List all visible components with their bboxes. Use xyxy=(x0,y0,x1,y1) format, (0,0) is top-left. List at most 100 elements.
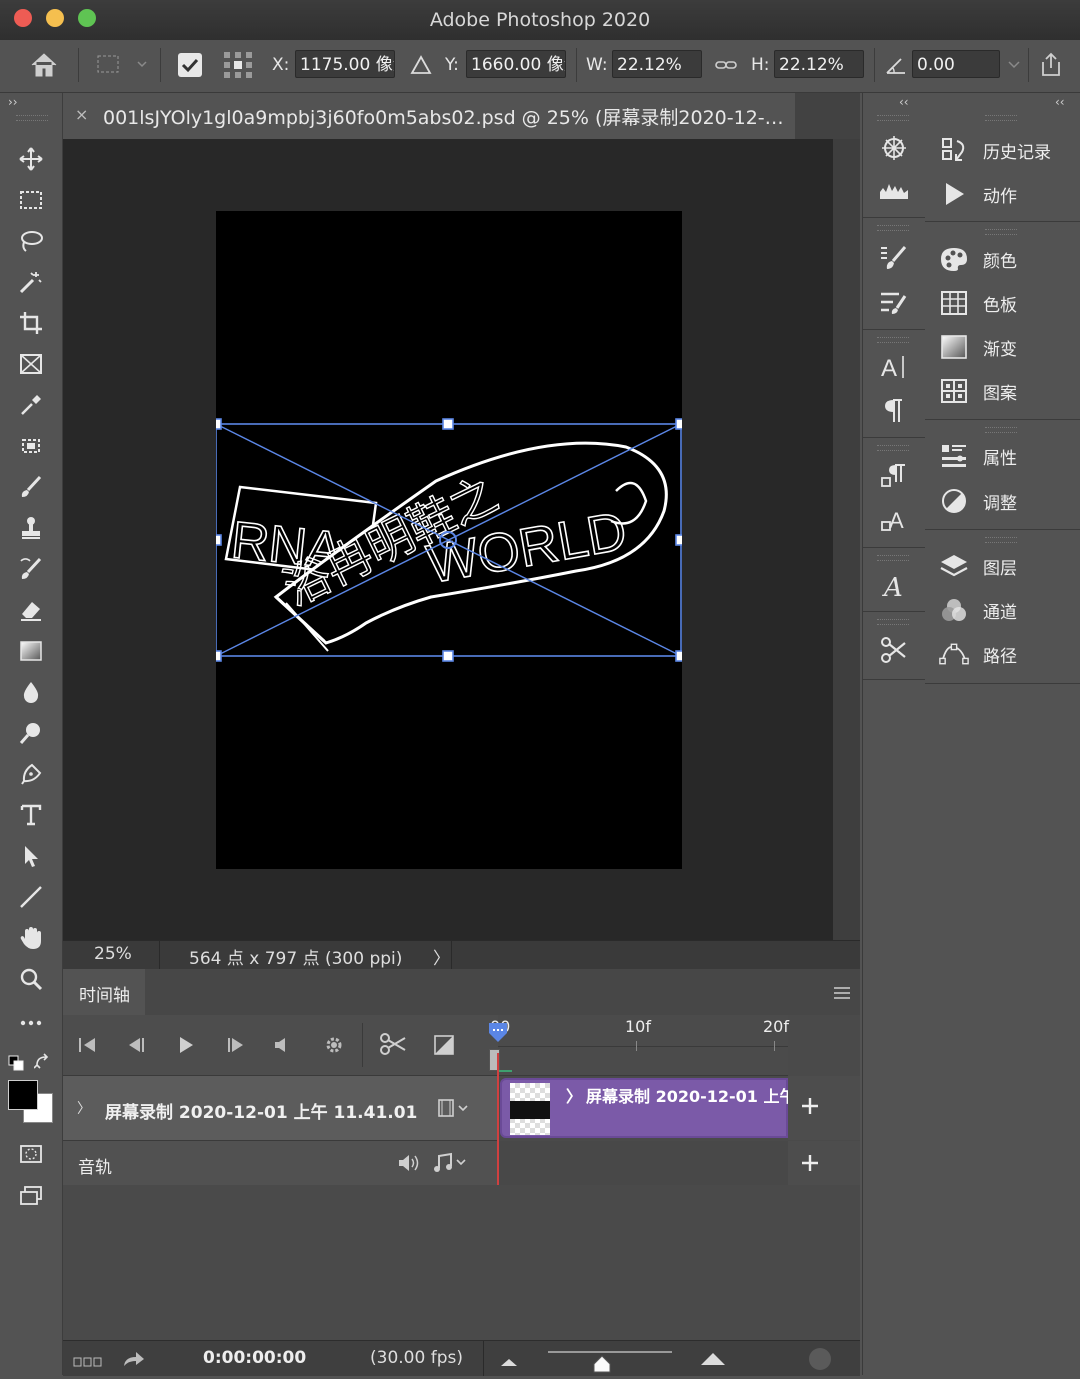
previous-frame-icon[interactable] xyxy=(125,1035,147,1059)
link-icon[interactable] xyxy=(714,54,738,76)
zoom-in-mountain-icon[interactable] xyxy=(699,1349,727,1372)
foreground-color-swatch[interactable] xyxy=(8,1080,38,1110)
height-field[interactable]: 22.12% xyxy=(774,50,864,78)
playhead-handle[interactable] xyxy=(487,1021,509,1043)
reference-point-icon[interactable] xyxy=(222,50,254,80)
panel-menu-icon[interactable] xyxy=(833,985,851,999)
convert-to-frame-animation-icon[interactable] xyxy=(73,1353,103,1373)
panel-history[interactable]: 历史记录 xyxy=(939,130,1051,170)
split-at-playhead-icon[interactable] xyxy=(379,1032,407,1060)
collapse-panel-icon[interactable]: ‹‹ xyxy=(899,95,909,109)
panel-channels[interactable]: 通道 xyxy=(939,590,1017,630)
document-canvas[interactable]: RNA WORLD 浴冉明鞋之 xyxy=(216,211,682,869)
brush-presets-icon[interactable] xyxy=(877,285,911,319)
go-to-first-frame-icon[interactable] xyxy=(77,1035,99,1059)
zoom-tool-icon[interactable] xyxy=(14,962,48,996)
brush-settings-icon[interactable] xyxy=(877,241,911,275)
add-audio-button[interactable] xyxy=(800,1153,820,1177)
transform-tool-preset-icon[interactable] xyxy=(94,52,150,78)
timeline-tab[interactable]: 时间轴 xyxy=(63,969,145,1015)
panel-actions[interactable]: 动作 xyxy=(939,174,1017,214)
panel-gradients[interactable]: 渐变 xyxy=(939,327,1017,367)
dodge-tool-icon[interactable] xyxy=(14,716,48,750)
character-styles-icon[interactable]: A xyxy=(877,503,911,537)
status-menu-arrow[interactable]: 〉 xyxy=(433,944,450,969)
navigator-icon[interactable] xyxy=(877,131,911,165)
zoom-out-mountain-icon[interactable] xyxy=(499,1353,519,1373)
timeline-ruler[interactable]: 00 10f 20f xyxy=(489,1015,789,1076)
path-selection-tool-icon[interactable] xyxy=(14,839,48,873)
panel-adjustments[interactable]: 调整 xyxy=(939,481,1017,521)
checkbox-checked-icon[interactable] xyxy=(178,53,202,77)
transition-icon[interactable] xyxy=(433,1034,455,1060)
gradient-tool-icon[interactable] xyxy=(14,634,48,668)
rotate-angle-icon[interactable] xyxy=(884,54,908,76)
brush-tool-icon[interactable] xyxy=(14,470,48,504)
tool-presets-icon[interactable] xyxy=(877,633,911,667)
paragraph-panel-icon[interactable] xyxy=(877,393,911,427)
hand-tool-icon[interactable] xyxy=(14,921,48,955)
expand-layer-icon[interactable]: 〉 xyxy=(77,1098,91,1118)
move-tool-icon[interactable] xyxy=(14,142,48,176)
mute-audio-icon[interactable] xyxy=(271,1035,293,1059)
panel-swatches[interactable]: 色板 xyxy=(939,283,1017,323)
eyedropper-tool-icon[interactable] xyxy=(14,388,48,422)
swap-colors-icon[interactable] xyxy=(33,1053,52,1071)
film-strip-icon[interactable] xyxy=(437,1098,473,1122)
magic-wand-tool-icon[interactable] xyxy=(14,265,48,299)
video-layer-row[interactable]: 〉 屏幕录制 2020-12-01 上午 11.41.01 xyxy=(63,1076,498,1141)
panel-properties[interactable]: 属性 xyxy=(939,436,1017,476)
crop-tool-icon[interactable] xyxy=(14,306,48,340)
x-position-field[interactable]: 1175.00 像素 xyxy=(295,50,395,78)
healing-brush-tool-icon[interactable] xyxy=(14,429,48,463)
histogram-icon[interactable] xyxy=(877,173,911,207)
clip-expand-icon[interactable]: 〉 xyxy=(566,1083,582,1107)
panel-paths[interactable]: 路径 xyxy=(939,634,1017,674)
add-media-button[interactable] xyxy=(800,1096,820,1120)
y-position-field[interactable]: 1660.00 像素 xyxy=(466,50,566,78)
marquee-tool-icon[interactable] xyxy=(14,183,48,217)
render-video-icon[interactable] xyxy=(121,1349,147,1374)
canvas-area[interactable]: RNA WORLD 浴冉明鞋之 xyxy=(63,139,833,940)
line-tool-icon[interactable] xyxy=(14,880,48,914)
panel-patterns[interactable]: 图案 xyxy=(939,371,1017,411)
volume-icon[interactable] xyxy=(397,1153,421,1177)
play-icon[interactable] xyxy=(175,1035,197,1059)
delta-icon[interactable] xyxy=(410,54,432,76)
eraser-tool-icon[interactable] xyxy=(14,593,48,627)
chevron-down-icon[interactable] xyxy=(1006,56,1022,72)
character-panel-icon[interactable]: A xyxy=(877,349,911,383)
clone-stamp-tool-icon[interactable] xyxy=(14,511,48,545)
type-tool-icon[interactable] xyxy=(14,798,48,832)
default-colors-icon[interactable] xyxy=(8,1055,26,1071)
screen-mode-icon[interactable] xyxy=(14,1179,48,1213)
video-clip[interactable]: 〉 屏幕录制 2020-12-01 上午 xyxy=(500,1078,796,1138)
pen-tool-icon[interactable] xyxy=(14,757,48,791)
blur-tool-icon[interactable] xyxy=(14,675,48,709)
timeline-zoom-slider[interactable] xyxy=(548,1351,672,1353)
settings-gear-icon[interactable] xyxy=(323,1034,345,1060)
expand-panel-icon[interactable]: ›› xyxy=(8,95,18,109)
panel-layers[interactable]: 图层 xyxy=(939,546,1017,586)
timeline-options-button[interactable] xyxy=(809,1348,831,1370)
width-field[interactable]: 22.12% xyxy=(612,50,702,78)
share-icon[interactable] xyxy=(1036,50,1066,80)
more-tools-icon[interactable] xyxy=(14,1006,48,1040)
home-icon[interactable] xyxy=(28,50,60,80)
close-document-icon[interactable]: × xyxy=(75,105,88,124)
music-note-icon[interactable] xyxy=(431,1152,471,1178)
vertical-scrollbar[interactable] xyxy=(833,139,860,940)
zoom-level[interactable]: 25% xyxy=(94,944,132,964)
next-frame-icon[interactable] xyxy=(225,1035,247,1059)
lasso-tool-icon[interactable] xyxy=(14,224,48,258)
frame-tool-icon[interactable] xyxy=(14,347,48,381)
audio-track-row[interactable]: 音轨 xyxy=(63,1141,498,1186)
rotate-angle-field[interactable]: 0.00 xyxy=(912,50,1000,78)
history-brush-tool-icon[interactable] xyxy=(14,552,48,586)
collapse-panels-icon[interactable]: ‹‹ xyxy=(1055,95,1065,109)
audio-clip-track[interactable] xyxy=(498,1141,788,1186)
panel-color[interactable]: 颜色 xyxy=(939,239,1017,279)
glyphs-icon[interactable]: A xyxy=(877,569,911,603)
paragraph-styles-icon[interactable] xyxy=(877,459,911,493)
document-tab[interactable]: × 001lsJYOly1gl0a9mpbj3j60fo0m5abs02.psd… xyxy=(63,93,795,139)
